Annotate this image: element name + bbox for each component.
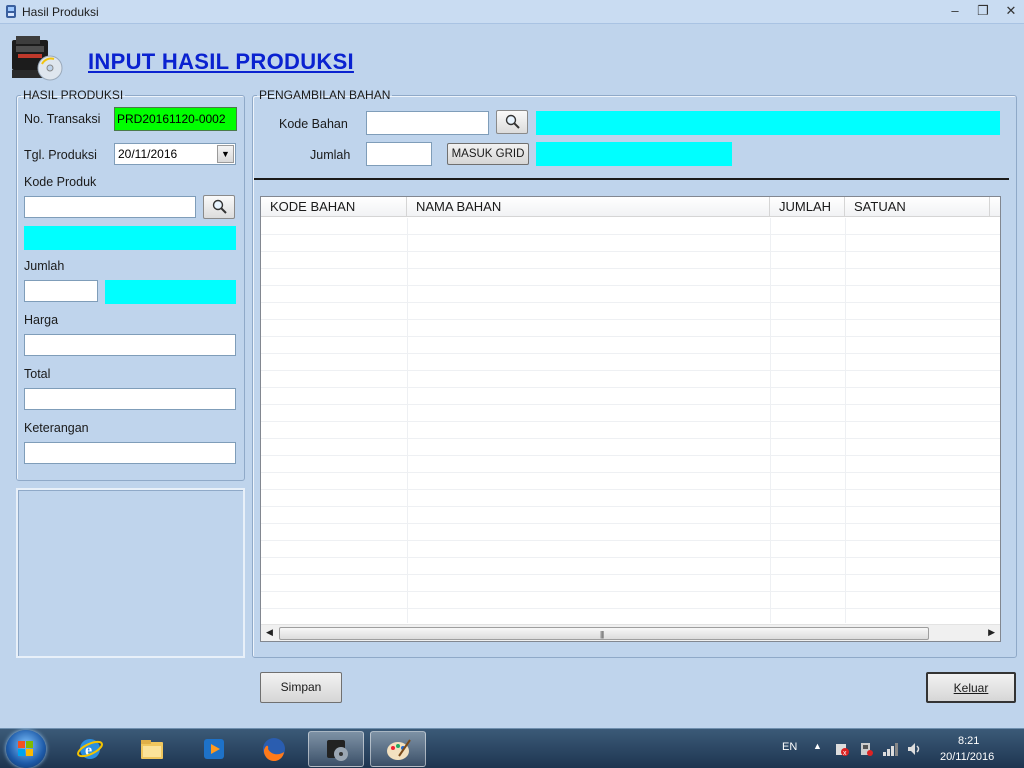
language-indicator[interactable]: EN — [782, 741, 797, 753]
app-icon — [327, 740, 348, 761]
hasil-produksi-legend: HASIL PRODUKSI — [23, 88, 124, 102]
nama-bahan-display — [536, 111, 1000, 135]
tgl-produksi-label: Tgl. Produksi — [24, 148, 97, 162]
close-button[interactable]: ✕ — [1000, 2, 1022, 20]
jumlah-produk-input[interactable] — [24, 280, 98, 302]
search-icon — [212, 199, 227, 214]
production-logo-icon — [12, 36, 63, 81]
satuan-bahan-display — [536, 142, 732, 166]
taskbar-explorer[interactable] — [124, 731, 180, 767]
window-title: Hasil Produksi — [22, 5, 99, 19]
scrollbar-thumb[interactable]: ||| — [279, 627, 929, 640]
network-icon[interactable] — [882, 741, 900, 757]
grid-header: KODE BAHAN NAMA BAHAN JUMLAH SATUAN — [261, 197, 1000, 217]
firefox-icon — [263, 738, 285, 762]
taskbar-ie[interactable]: e — [62, 731, 118, 767]
no-transaksi-label: No. Transaksi — [24, 112, 101, 126]
taskbar-media-player[interactable] — [186, 731, 242, 767]
empty-panel — [16, 488, 245, 658]
scroll-right-icon[interactable]: ▶ — [988, 627, 995, 638]
search-icon — [505, 114, 520, 129]
simpan-button[interactable]: Simpan — [260, 672, 342, 703]
column-kode-bahan[interactable]: KODE BAHAN — [261, 197, 407, 217]
ie-icon: e — [77, 739, 103, 759]
kode-bahan-label: Kode Bahan — [279, 117, 348, 131]
kode-bahan-input[interactable] — [366, 111, 489, 135]
keluar-button[interactable]: Keluar — [926, 672, 1016, 703]
nama-produk-display — [24, 226, 236, 250]
grid-column-line — [845, 218, 846, 623]
tgl-produksi-value: 20/11/2016 — [118, 147, 178, 161]
taskbar-paint[interactable] — [370, 731, 426, 767]
jumlah-produk-label: Jumlah — [24, 259, 65, 273]
keterangan-label: Keterangan — [24, 421, 89, 435]
volume-icon[interactable] — [906, 741, 922, 757]
kode-produk-label: Kode Produk — [24, 175, 97, 189]
page-title: INPUT HASIL PRODUKSI — [88, 49, 354, 74]
no-transaksi-field: PRD20161120-0002 — [114, 107, 237, 131]
harga-label: Harga — [24, 313, 59, 327]
action-center-icon[interactable]: x — [834, 741, 850, 757]
minimize-button[interactable]: – — [944, 2, 966, 20]
windows-logo-icon — [18, 741, 33, 756]
taskbar-active-app[interactable] — [308, 731, 364, 767]
pengambilan-bahan-legend: PENGAMBILAN BAHAN — [259, 88, 391, 102]
clock-date[interactable]: 20/11/2016 — [940, 751, 994, 763]
masuk-grid-button[interactable]: MASUK GRID — [447, 143, 529, 165]
app-icon — [6, 5, 16, 18]
section-divider — [254, 178, 1009, 180]
start-button[interactable] — [6, 730, 46, 768]
harga-input[interactable] — [24, 334, 236, 356]
device-icon[interactable] — [858, 741, 874, 757]
scroll-left-icon[interactable]: ◀ — [266, 627, 273, 638]
taskbar-firefox[interactable] — [246, 731, 302, 767]
column-satuan[interactable]: SATUAN — [845, 197, 990, 217]
column-jumlah[interactable]: JUMLAH — [770, 197, 845, 217]
window-titlebar: Hasil Produksi – ❐ ✕ — [0, 0, 1024, 24]
satuan-produk-display — [105, 280, 236, 304]
total-input[interactable] — [24, 388, 236, 410]
column-nama-bahan[interactable]: NAMA BAHAN — [407, 197, 770, 217]
total-label: Total — [24, 367, 51, 381]
grid-body — [261, 218, 1000, 623]
kode-produk-search-button[interactable] — [203, 195, 235, 219]
grid-column-line — [407, 218, 408, 623]
bahan-data-grid[interactable]: KODE BAHAN NAMA BAHAN JUMLAH SATUAN ◀ ||… — [260, 196, 1001, 642]
media-player-icon — [204, 739, 224, 759]
kode-produk-input[interactable] — [24, 196, 196, 218]
kode-bahan-search-button[interactable] — [496, 110, 528, 134]
jumlah-bahan-label: Jumlah — [310, 148, 351, 162]
chevron-down-icon[interactable]: ▼ — [217, 145, 234, 163]
maximize-button[interactable]: ❐ — [972, 2, 994, 20]
taskbar: e EN ▲ x 8:21 20/11/2016 — [0, 728, 1024, 768]
grid-column-line — [770, 218, 771, 623]
tgl-produksi-datepicker[interactable]: 20/11/2016 ▼ — [114, 143, 236, 165]
show-hidden-icons-icon[interactable]: ▲ — [813, 741, 822, 751]
jumlah-bahan-input[interactable] — [366, 142, 432, 166]
paint-icon — [387, 739, 411, 760]
keterangan-input[interactable] — [24, 442, 236, 464]
horizontal-scrollbar[interactable]: ◀ ||| ▶ — [261, 624, 1000, 641]
svg-text:x: x — [843, 750, 847, 757]
clock-time[interactable]: 8:21 — [958, 735, 979, 747]
grip-icon: ||| — [600, 630, 604, 639]
explorer-icon — [141, 740, 163, 759]
